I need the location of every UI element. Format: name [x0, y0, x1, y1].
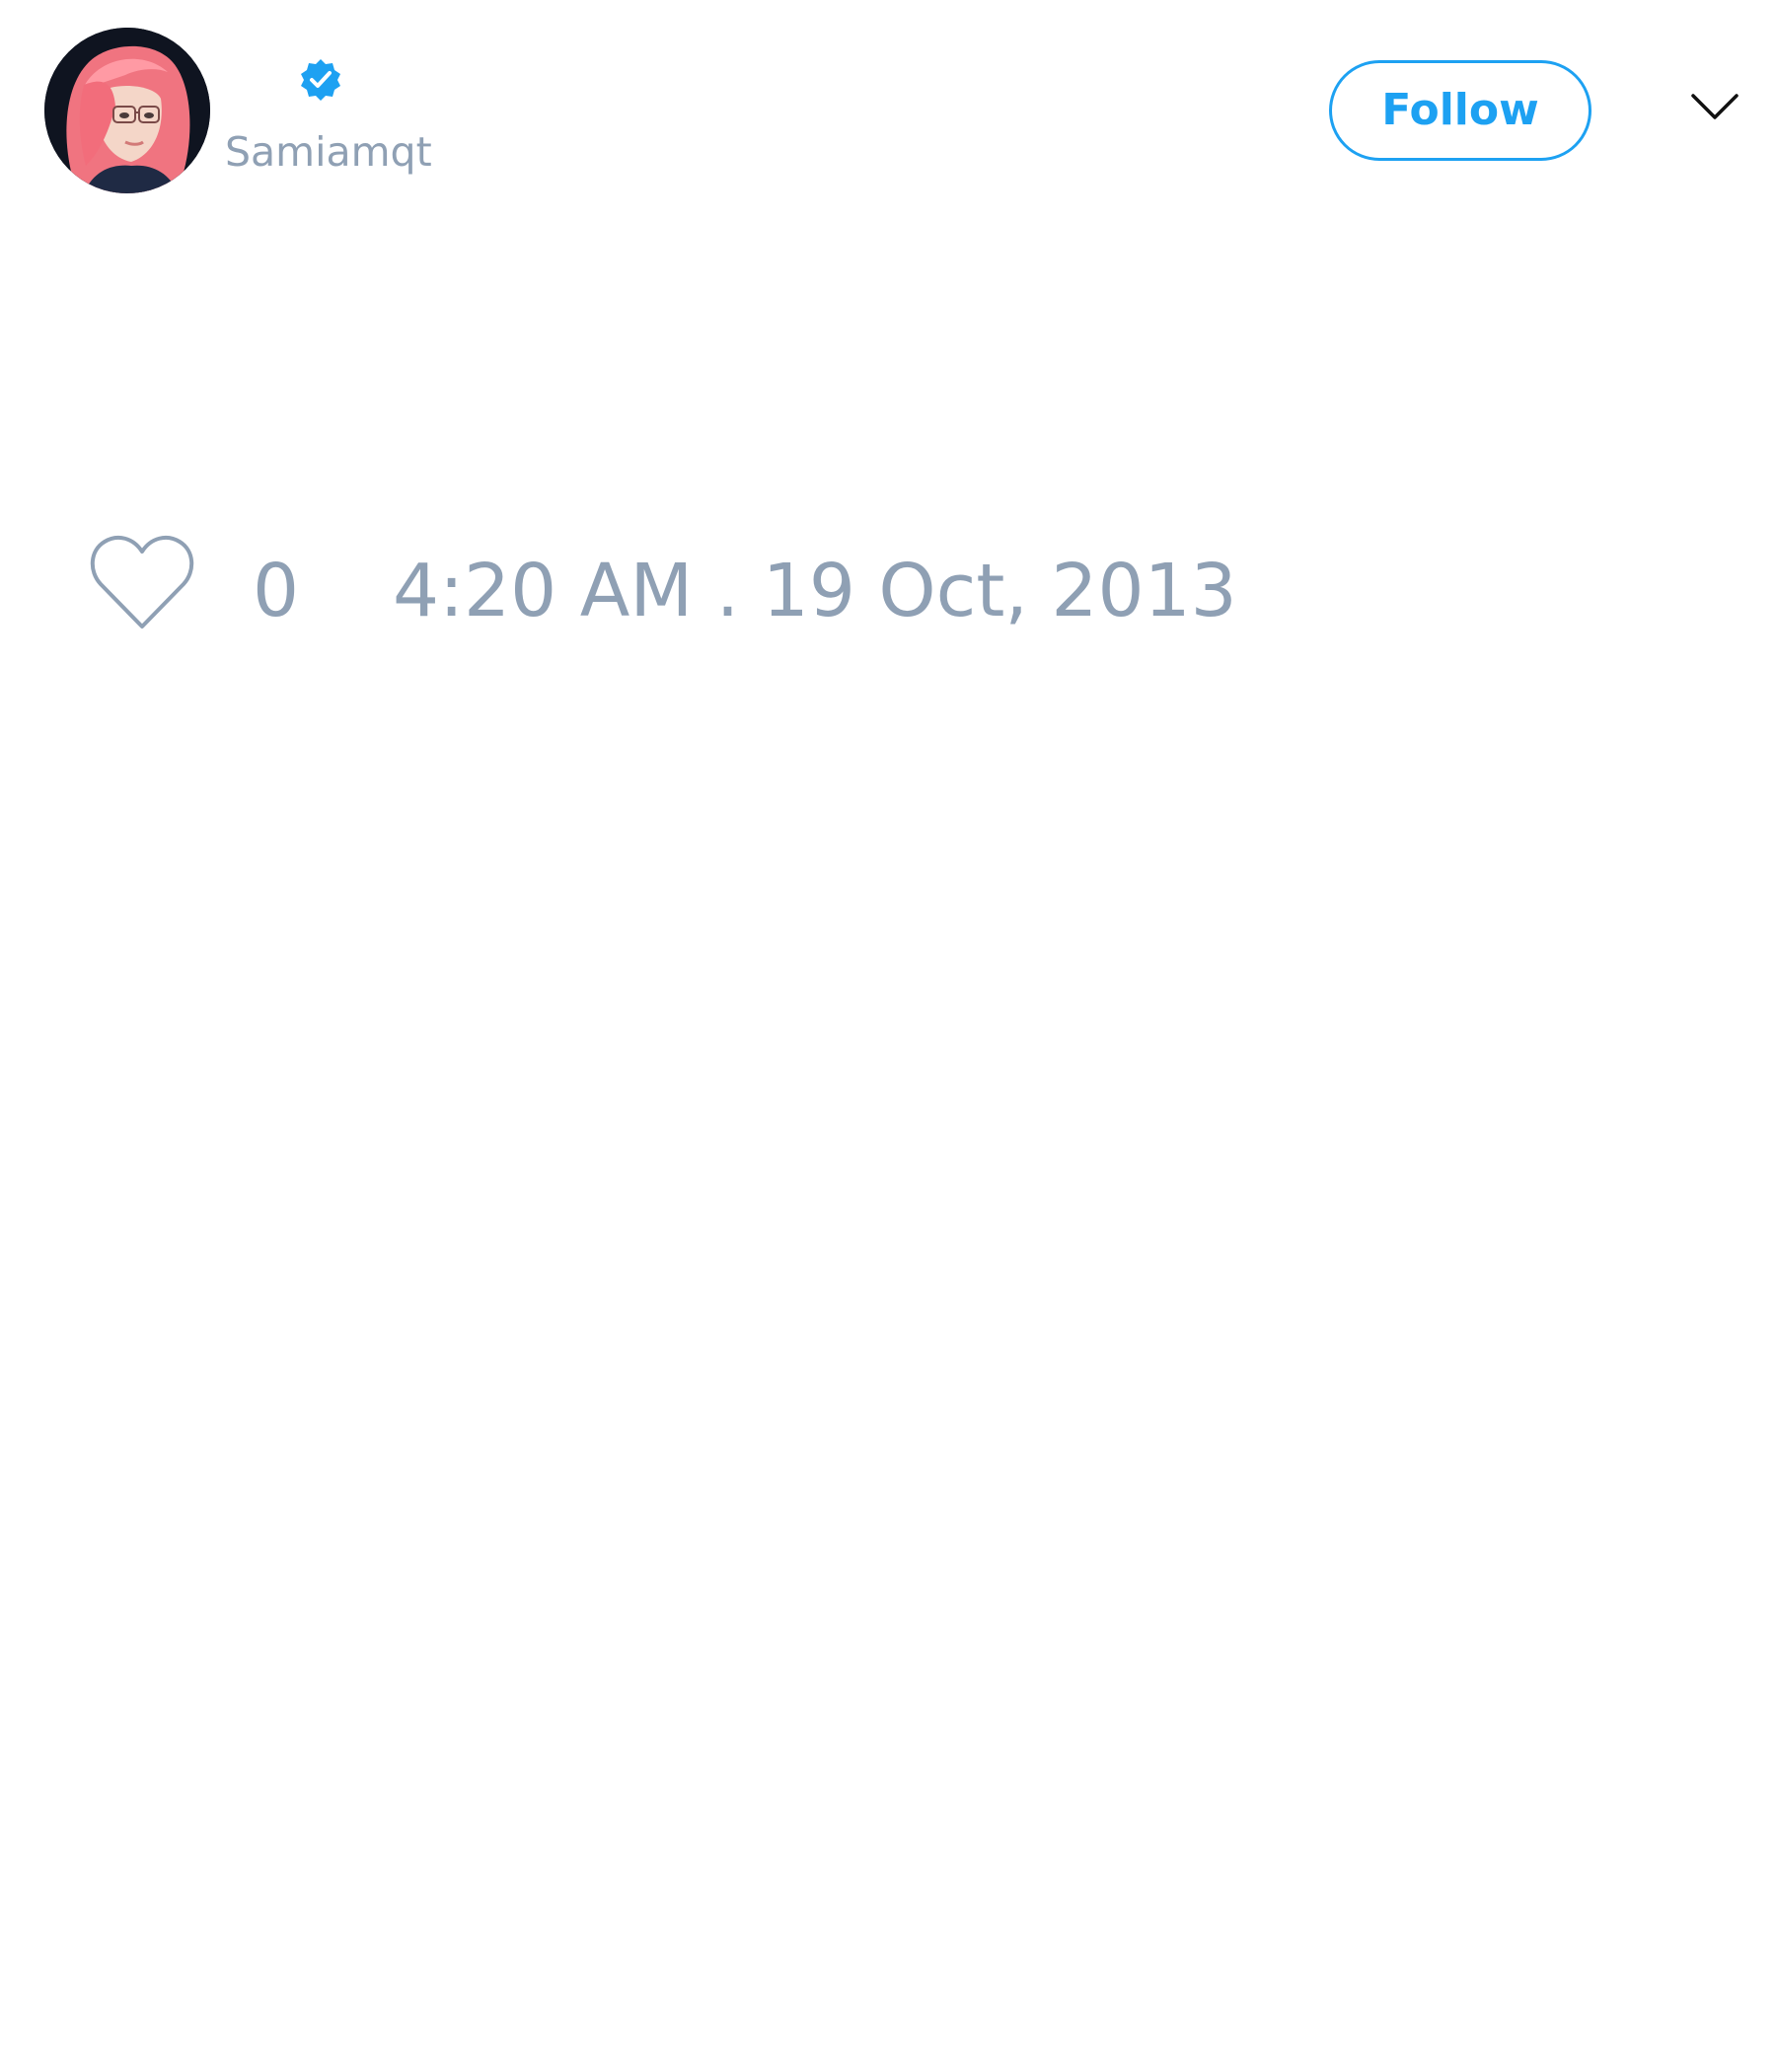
follow-button[interactable]: Follow: [1329, 60, 1591, 161]
like-count: 0: [253, 549, 300, 633]
tweet-actions: 0 4:20 AM . 19 Oct, 2013: [0, 533, 1776, 651]
heart-icon[interactable]: [87, 533, 197, 635]
author-handle[interactable]: Samiamqt: [225, 126, 432, 178]
tweet-card: Samiamqt Follow 0 4:20 AM . 19 Oct, 2013: [0, 0, 1776, 2072]
avatar-image: [44, 28, 210, 193]
avatar[interactable]: [44, 28, 210, 193]
tweet-timestamp[interactable]: 4:20 AM . 19 Oct, 2013: [393, 549, 1237, 633]
chevron-down-icon[interactable]: [1690, 90, 1739, 125]
verified-badge-icon: [301, 59, 340, 101]
